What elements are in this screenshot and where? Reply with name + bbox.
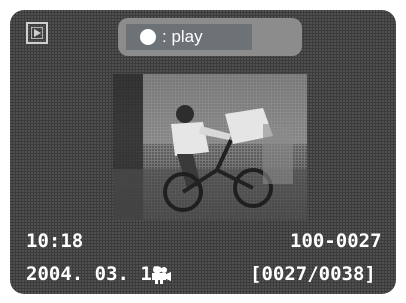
- playback-mode-icon: [26, 22, 48, 44]
- recording-time: 10:18: [26, 230, 84, 252]
- frame-counter: [0027/0038]: [250, 263, 376, 285]
- cyclist-image: [113, 74, 307, 220]
- play-hint-label: : play: [162, 27, 203, 46]
- movie-thumbnail: [113, 74, 307, 220]
- play-triangle-icon: [31, 27, 43, 39]
- recording-date: 2004. 03. 13: [26, 263, 164, 285]
- file-number: 100-0027: [290, 230, 382, 252]
- movie-camera-icon: [150, 266, 172, 289]
- center-button-icon: [140, 29, 156, 45]
